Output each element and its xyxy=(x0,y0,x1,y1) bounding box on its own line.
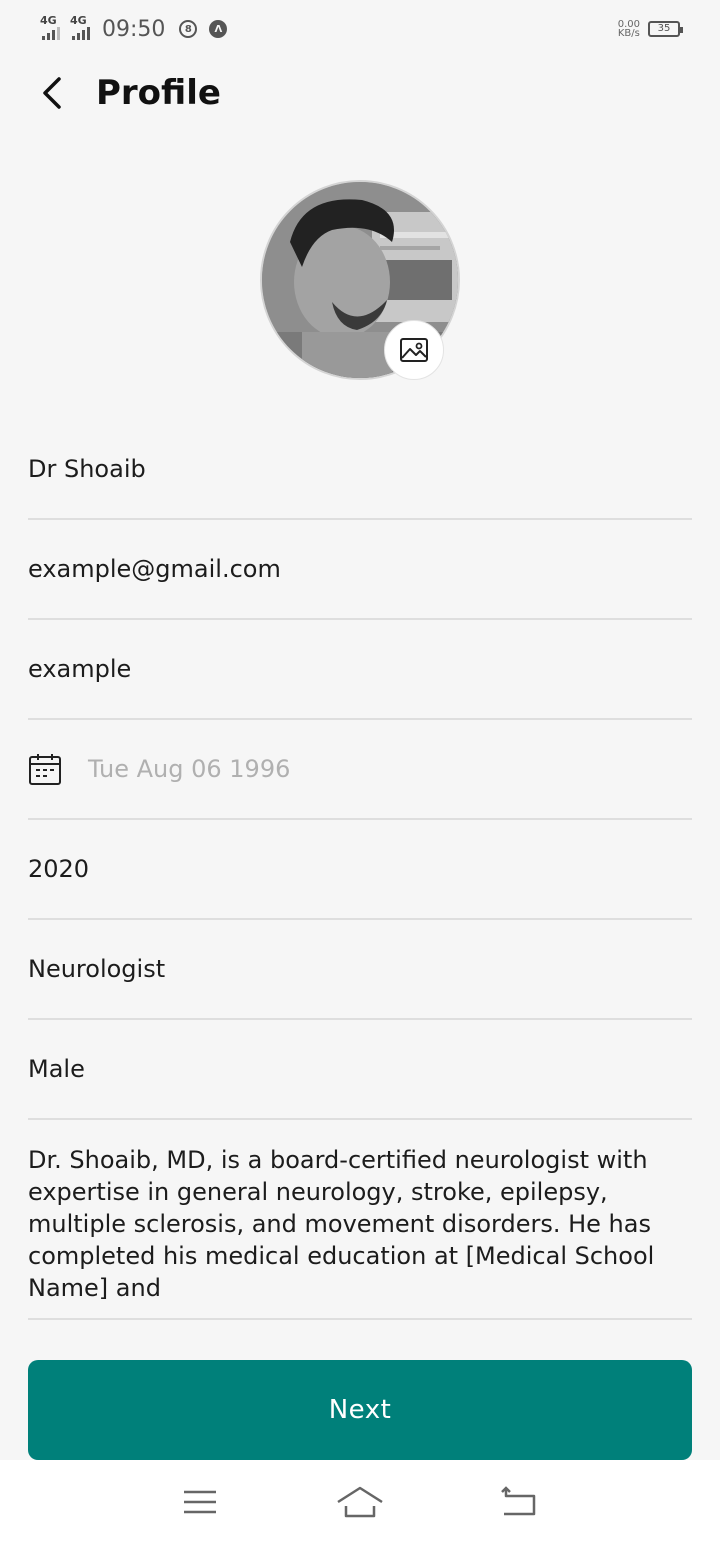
signal-bars-icon xyxy=(72,27,90,40)
signal-strength-2: 4G xyxy=(70,14,90,40)
clock: 09:50 xyxy=(102,16,166,42)
chevron-left-icon xyxy=(43,77,61,109)
back-icon xyxy=(501,1486,536,1516)
calendar-icon xyxy=(29,754,61,785)
battery-icon: 35 xyxy=(648,21,683,37)
network-speed: 0.00 KB/s xyxy=(617,20,640,39)
network-type-label: 4G xyxy=(40,14,57,27)
bio-field[interactable]: Dr. Shoaib, MD, is a board-certified neu… xyxy=(28,1120,692,1320)
battery-level: 35 xyxy=(657,23,671,34)
network-type-label: 4G xyxy=(70,14,87,27)
username-field[interactable]: example xyxy=(28,620,692,720)
name-value: Dr Shoaib xyxy=(28,455,146,483)
specialization-value: Neurologist xyxy=(28,955,166,983)
home-icon xyxy=(337,1486,383,1518)
back-nav-button[interactable] xyxy=(490,1477,550,1527)
status-bar: 4G 4G 09:50 8 Λ 0.00 KB/s 35 xyxy=(0,0,720,58)
email-field[interactable]: example@gmail.com xyxy=(28,520,692,620)
profile-form: Dr Shoaib example@gmail.com example Tue … xyxy=(28,420,692,1320)
username-value: example xyxy=(28,655,132,683)
gender-field[interactable]: Male xyxy=(28,1020,692,1120)
next-button[interactable]: Next xyxy=(28,1360,692,1460)
name-field[interactable]: Dr Shoaib xyxy=(28,420,692,520)
change-photo-button[interactable] xyxy=(384,320,444,380)
image-icon xyxy=(400,338,428,362)
gender-value: Male xyxy=(28,1055,85,1083)
menu-button[interactable] xyxy=(170,1477,230,1527)
app-header: Profile xyxy=(0,58,720,128)
page-title: Profile xyxy=(96,73,221,113)
email-value: example@gmail.com xyxy=(28,555,281,583)
status-right: 0.00 KB/s 35 xyxy=(617,20,683,39)
year-value: 2020 xyxy=(28,855,90,883)
system-nav-bar xyxy=(0,1460,720,1544)
back-button[interactable] xyxy=(26,67,78,119)
date-of-birth-field[interactable]: Tue Aug 06 1996 xyxy=(28,720,692,820)
menu-icon xyxy=(184,1490,216,1514)
net-speed-unit: KB/s xyxy=(617,28,640,39)
next-button-label: Next xyxy=(328,1395,392,1425)
app-notification-icon: Λ xyxy=(209,20,228,38)
home-button[interactable] xyxy=(330,1477,390,1527)
year-field[interactable]: 2020 xyxy=(28,820,692,920)
signal-bars-icon xyxy=(42,27,60,40)
specialization-field[interactable]: Neurologist xyxy=(28,920,692,1020)
notification-icon: 8 xyxy=(179,20,198,38)
profile-avatar-section xyxy=(260,180,460,380)
signal-strength-1: 4G xyxy=(40,14,60,40)
date-of-birth-placeholder: Tue Aug 06 1996 xyxy=(88,755,291,783)
bio-text: Dr. Shoaib, MD, is a board-certified neu… xyxy=(28,1146,655,1302)
